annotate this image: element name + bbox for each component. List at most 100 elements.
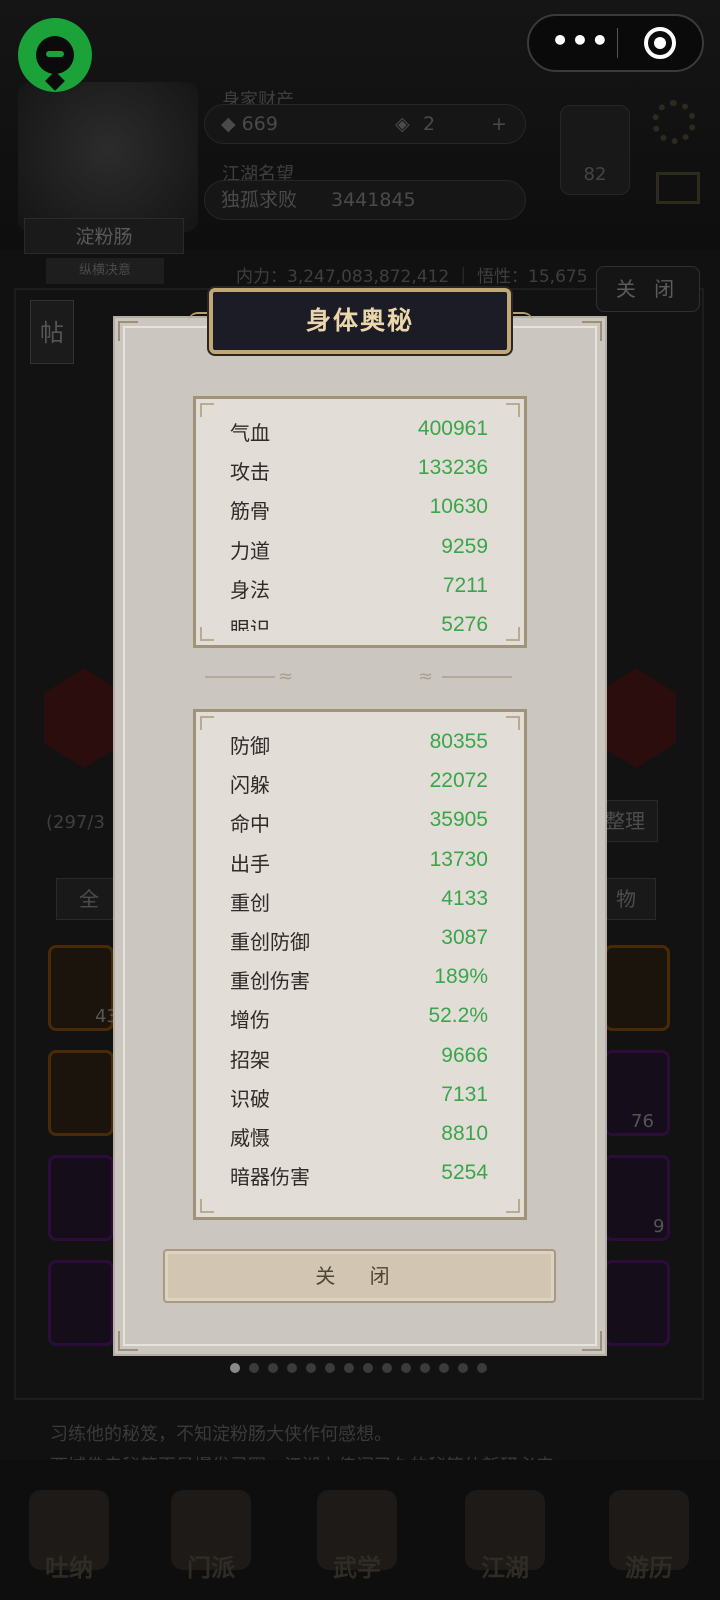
stat-name: 气血 xyxy=(230,421,270,445)
page-dot xyxy=(363,1363,373,1373)
stat-row: 增伤 52.2% xyxy=(230,1000,488,1039)
corner-ornament xyxy=(118,321,138,341)
stat-value: 400961 xyxy=(417,417,488,440)
stat-name: 眼识 xyxy=(230,616,270,631)
stat-name: 力道 xyxy=(230,538,270,563)
mail-icon xyxy=(656,172,700,204)
page-dot xyxy=(420,1363,430,1373)
nav-jianghu: 江湖 xyxy=(450,1490,560,1590)
stat-value: 52.2% xyxy=(428,1004,488,1028)
nav-label: 门派 xyxy=(187,1554,235,1582)
stat-row: 识破 7131 xyxy=(230,1079,488,1118)
modal-close-button[interactable]: 关 闭 xyxy=(163,1249,556,1303)
item-slot xyxy=(48,1260,114,1346)
page-dot xyxy=(287,1363,297,1373)
stat-name: 出手 xyxy=(230,851,270,876)
stat-name: 攻击 xyxy=(230,460,270,485)
stat-row: 力道 9259 xyxy=(230,531,488,570)
page-dot xyxy=(249,1363,259,1373)
corner-ornament xyxy=(582,1331,602,1351)
stat-name: 暗器伤害 xyxy=(230,1165,310,1190)
stat-value: 5254 xyxy=(441,1161,488,1185)
stat-value: 10630 xyxy=(429,495,488,519)
stat-row: 闪躲 22072 xyxy=(230,765,488,804)
secondary-stats-list[interactable]: 防御 80355 闪躲 22072 命中 35905 出手 13730 重创 4133 重创防御 30… xyxy=(230,726,488,1203)
reputation-value: 3441845 xyxy=(331,189,416,211)
stat-value: 189% xyxy=(434,965,488,989)
stat-name: 重创防御 xyxy=(230,929,310,954)
gold-icon: ◆ xyxy=(221,113,242,135)
stat-name: 威慑 xyxy=(230,1125,270,1150)
yin-yang-icon: 82 xyxy=(560,105,630,195)
corner-ornament xyxy=(582,321,602,341)
page-dot xyxy=(344,1363,354,1373)
reputation-title: 独孤求败 xyxy=(221,189,298,211)
stat-value: 3087 xyxy=(441,925,488,949)
jade-icon: ◈ xyxy=(395,113,410,135)
item-slot: 76 xyxy=(604,1050,670,1136)
inventory-count: (297/3 xyxy=(46,812,105,833)
currency-pill: ◆ 669 ◈ 2 + xyxy=(204,104,526,144)
stat-row: 破骨概率 12.77% xyxy=(230,1196,488,1203)
item-slot: 9 xyxy=(604,1155,670,1241)
stat-name: 身法 xyxy=(230,577,270,602)
modal-title: 身体奥秘 xyxy=(305,306,414,335)
primary-stats-list: 气血 400961 攻击 133236 筋骨 10630 力道 9259 身法 7211 眼识 527… xyxy=(230,413,488,631)
stat-row: 威慑 8810 xyxy=(230,1118,488,1157)
item-slot xyxy=(604,945,670,1031)
stat-value: 8810 xyxy=(441,1121,488,1145)
close-target-icon[interactable] xyxy=(644,27,676,59)
nav-travel: 游历 xyxy=(594,1490,704,1590)
stat-value: 80355 xyxy=(429,730,488,753)
power-line: 内力：3,247,083,872,412 ｜ 悟性：15,675 xyxy=(236,267,588,287)
background-close-button[interactable]: 关 闭 xyxy=(596,266,700,312)
jade-value: 2 xyxy=(423,113,436,135)
secondary-stats-box[interactable]: 防御 80355 闪躲 22072 命中 35905 出手 13730 重创 4133 重创防御 30… xyxy=(193,709,527,1220)
page-dot xyxy=(382,1363,392,1373)
page-dot xyxy=(325,1363,335,1373)
stat-row: 出手 13730 xyxy=(230,844,488,883)
player-name: 淀粉肠 xyxy=(24,218,184,254)
stat-row: 身法 7211 xyxy=(230,570,488,609)
item-slot xyxy=(48,1050,114,1136)
nav-label: 江湖 xyxy=(481,1554,529,1582)
reputation-pill: 独孤求败 3441845 xyxy=(204,180,526,220)
corner-ornament xyxy=(118,1331,138,1351)
more-dots-icon[interactable]: ••• xyxy=(551,16,611,70)
stat-value: 22072 xyxy=(429,769,488,793)
stat-row: 命中 35905 xyxy=(230,804,488,843)
stat-value: 7211 xyxy=(442,573,488,597)
nav-sect: 门派 xyxy=(156,1490,266,1590)
stat-name: 筋骨 xyxy=(230,499,270,524)
nav-breathing: 吐纳 xyxy=(14,1490,124,1590)
player-avatar xyxy=(18,82,198,232)
item-slot xyxy=(48,1155,114,1241)
capsule-divider xyxy=(617,28,618,58)
stat-name: 重创 xyxy=(230,890,270,915)
divider-swirl: ≈ xyxy=(278,666,294,687)
page-dot xyxy=(268,1363,278,1373)
stat-name: 招架 xyxy=(230,1047,270,1072)
nav-label: 武学 xyxy=(333,1554,381,1582)
nav-label: 吐纳 xyxy=(45,1554,93,1582)
page-dot xyxy=(439,1363,449,1373)
stat-name: 防御 xyxy=(230,734,270,758)
primary-stats-box: 气血 400961 攻击 133236 筋骨 10630 力道 9259 身法 7211 眼识 527… xyxy=(193,396,527,648)
item-qty: 76 xyxy=(631,1111,654,1132)
stat-row: 气血 400961 xyxy=(230,413,488,452)
stat-name: 重创伤害 xyxy=(230,969,310,994)
stat-value: 7131 xyxy=(441,1082,488,1106)
stat-value: 9259 xyxy=(441,534,488,558)
page-dot xyxy=(477,1363,487,1373)
stat-value: 133236 xyxy=(417,456,488,480)
page-dot xyxy=(230,1363,240,1373)
modal-title-plate: 身体奥秘 xyxy=(209,288,511,354)
stat-value: 4133 xyxy=(441,886,488,910)
wechat-mini-program-icon[interactable] xyxy=(18,18,92,92)
stat-value: 12.77% xyxy=(417,1200,488,1203)
stat-row: 重创 4133 xyxy=(230,883,488,922)
stat-row: 暗器伤害 5254 xyxy=(230,1157,488,1196)
page-dot xyxy=(306,1363,316,1373)
section-divider xyxy=(442,676,512,678)
divider-swirl: ≈ xyxy=(418,666,434,687)
